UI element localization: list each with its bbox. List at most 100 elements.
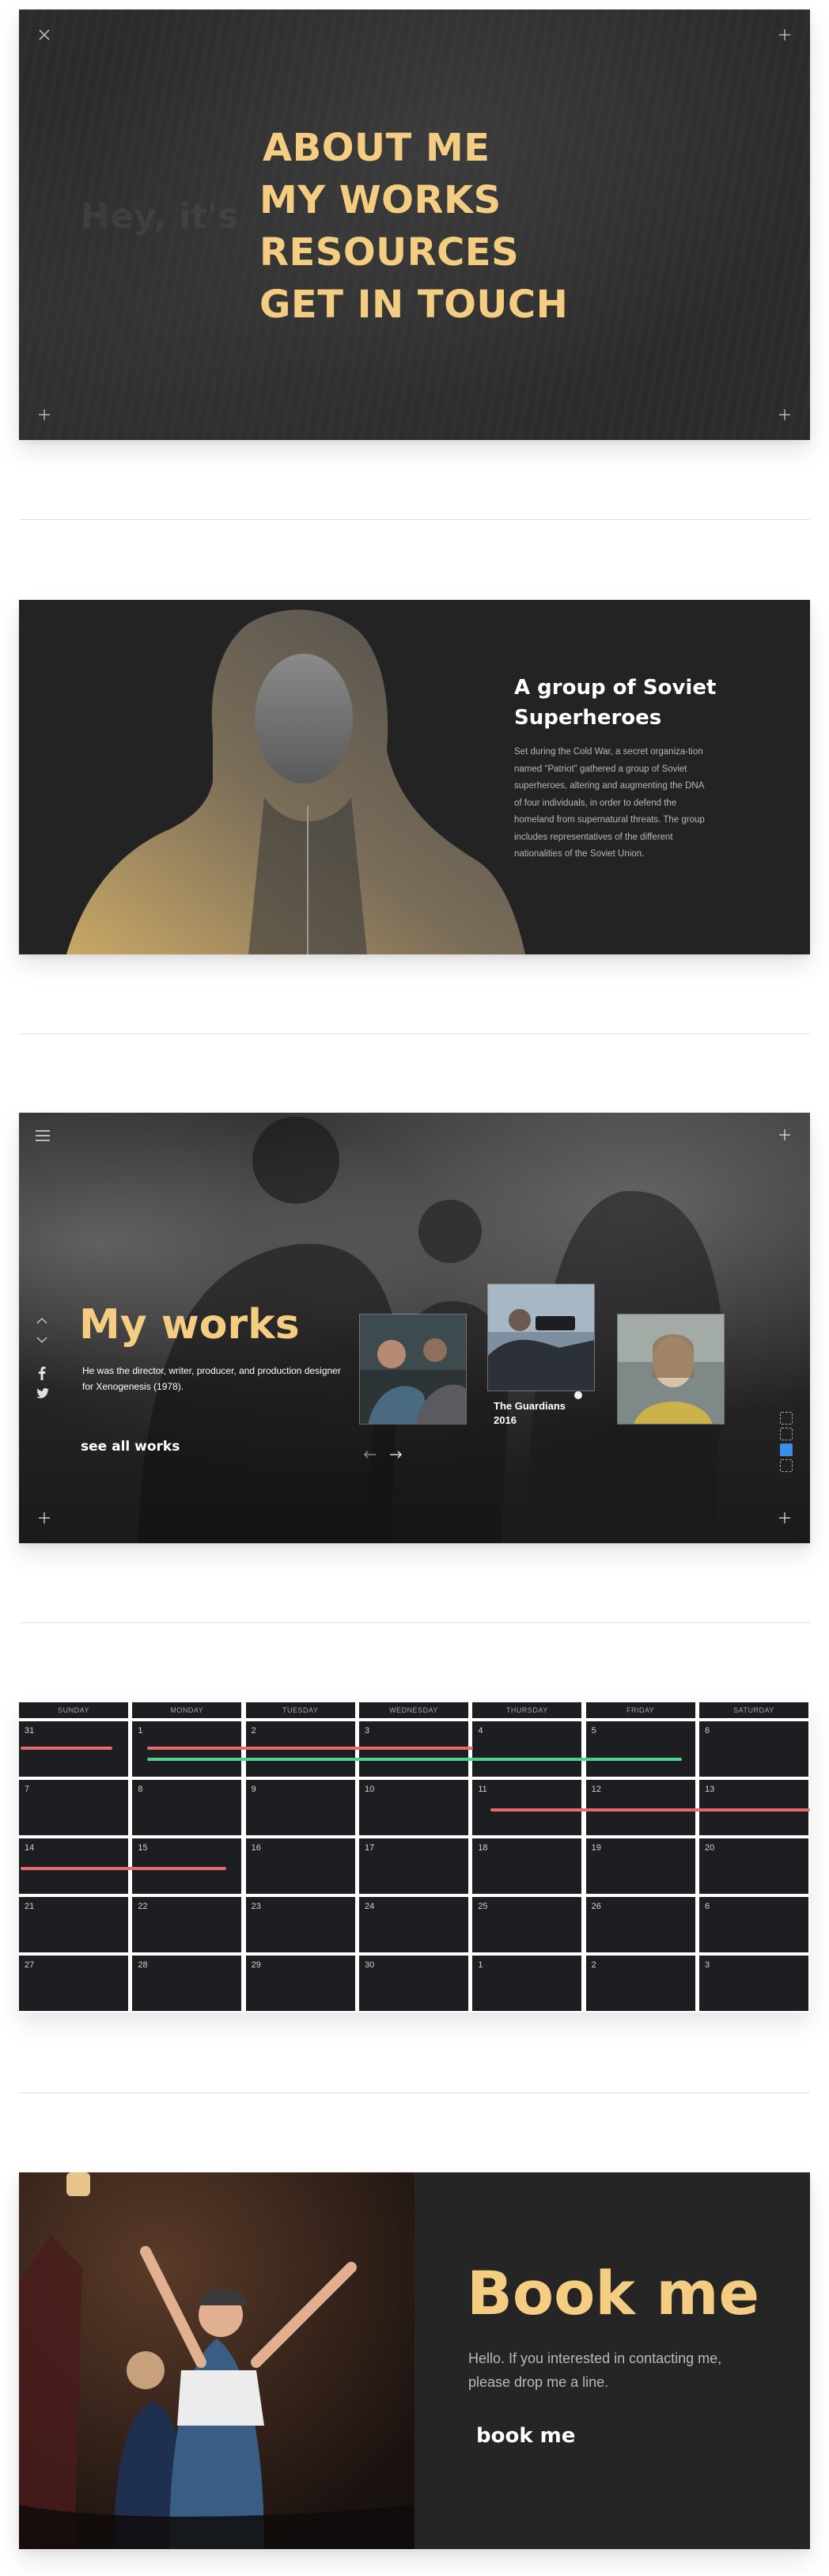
calendar-day-cell[interactable]: 5 <box>585 1721 695 1777</box>
calendar-day-cell[interactable]: 22 <box>132 1897 242 1952</box>
calendar-day-cell[interactable]: 17 <box>358 1838 468 1894</box>
calendar-day-number: 11 <box>478 1785 487 1794</box>
hero-panel: A group of Soviet Superheroes Set during… <box>19 600 810 954</box>
calendar-day-header: TUESDAY <box>245 1702 355 1718</box>
calendar-day-cell[interactable]: 12 <box>585 1780 695 1835</box>
work-thumbnail[interactable] <box>617 1314 725 1425</box>
calendar-day-number: 5 <box>591 1726 596 1736</box>
calendar-day-header: WEDNESDAY <box>358 1702 468 1718</box>
work-thumbnail-featured[interactable] <box>487 1284 595 1391</box>
calendar-day-number: 15 <box>138 1843 148 1853</box>
book-panel: Book me Hello. If you interested in cont… <box>19 2172 810 2549</box>
arrow-right-icon[interactable] <box>389 1448 402 1463</box>
close-icon[interactable] <box>36 28 52 44</box>
plus-icon[interactable] <box>777 1512 793 1527</box>
plus-icon[interactable] <box>777 1129 793 1144</box>
calendar-day-cell[interactable]: 29 <box>245 1956 355 2011</box>
chevron-up-icon[interactable] <box>36 1314 47 1328</box>
menu-panel: Hey, it's ABOUT ME MY WORKS RESOURCES GE… <box>19 9 810 440</box>
plus-icon[interactable] <box>777 28 793 44</box>
calendar-day-cell[interactable]: 4 <box>472 1721 582 1777</box>
calendar-day-cell[interactable]: 13 <box>698 1780 808 1835</box>
calendar-day-number: 23 <box>251 1902 261 1911</box>
calendar-day-header: THURSDAY <box>472 1702 582 1718</box>
calendar-day-cell[interactable]: 3 <box>698 1956 808 2011</box>
section-divider <box>19 1622 810 1623</box>
calendar-day-number: 24 <box>364 1902 375 1911</box>
plus-icon[interactable] <box>36 408 52 424</box>
menu-item-about-me[interactable]: ABOUT ME <box>263 122 568 174</box>
calendar-day-cell[interactable]: 8 <box>132 1780 242 1835</box>
slide-indicator[interactable] <box>780 1459 793 1472</box>
calendar-day-number: 25 <box>478 1902 488 1911</box>
calendar-day-cell[interactable]: 23 <box>245 1897 355 1952</box>
calendar-day-cell[interactable]: 19 <box>585 1838 695 1894</box>
calendar-day-number: 2 <box>251 1726 256 1736</box>
event-bar[interactable] <box>21 1867 226 1870</box>
event-bar[interactable] <box>147 1758 682 1761</box>
calendar-day-number: 31 <box>25 1726 35 1736</box>
calendar-day-number: 2 <box>591 1960 596 1970</box>
facebook-icon[interactable] <box>38 1366 46 1384</box>
arrow-left-icon[interactable] <box>364 1448 377 1463</box>
calendar-day-cell[interactable]: 28 <box>132 1956 242 2011</box>
calendar-day-cell[interactable]: 7 <box>19 1780 128 1835</box>
twitter-icon[interactable] <box>36 1388 49 1402</box>
calendar-day-cell[interactable]: 1 <box>472 1956 582 2011</box>
work-thumbnail[interactable] <box>359 1314 467 1425</box>
featured-work-year: 2016 <box>494 1414 517 1426</box>
calendar-day-cell[interactable]: 26 <box>585 1897 695 1952</box>
calendar-day-number: 10 <box>364 1785 375 1794</box>
main-menu: ABOUT ME MY WORKS RESOURCES GET IN TOUCH <box>259 122 568 331</box>
calendar-day-header: MONDAY <box>132 1702 242 1718</box>
calendar-day-cell[interactable]: 15 <box>132 1838 242 1894</box>
book-me-link[interactable]: book me <box>468 2424 577 2451</box>
calendar-day-header: SUNDAY <box>19 1702 128 1718</box>
event-bar[interactable] <box>490 1808 810 1812</box>
menu-item-resources[interactable]: RESOURCES <box>259 226 568 279</box>
menu-icon[interactable] <box>35 1129 51 1144</box>
menu-item-get-in-touch[interactable]: GET IN TOUCH <box>259 279 568 331</box>
calendar-day-number: 20 <box>704 1843 715 1853</box>
calendar-day-cell[interactable]: 24 <box>358 1897 468 1952</box>
calendar-day-cell[interactable]: 18 <box>472 1838 582 1894</box>
calendar-day-cell[interactable]: 14 <box>19 1838 128 1894</box>
calendar-day-cell[interactable]: 6 <box>698 1897 808 1952</box>
see-all-works-link[interactable]: see all works <box>78 1439 185 1457</box>
slide-indicator[interactable] <box>780 1412 793 1425</box>
calendar-day-cell[interactable]: 6 <box>698 1721 808 1777</box>
slide-indicator[interactable] <box>780 1428 793 1440</box>
calendar-day-cell[interactable]: 30 <box>358 1956 468 2011</box>
calendar-day-cell[interactable]: 10 <box>358 1780 468 1835</box>
cursor-pointer <box>574 1391 582 1399</box>
calendar-day-cell[interactable]: 20 <box>698 1838 808 1894</box>
calendar-day-cell[interactable]: 2 <box>585 1956 695 2011</box>
works-description: He was the director, writer, producer, a… <box>82 1365 341 1392</box>
menu-item-my-works[interactable]: MY WORKS <box>259 174 568 226</box>
calendar-day-cell[interactable]: 11 <box>472 1780 582 1835</box>
section-divider <box>19 2092 810 2093</box>
calendar-day-number: 8 <box>138 1785 143 1794</box>
calendar-day-number: 7 <box>25 1785 30 1794</box>
portrait-image <box>66 609 525 954</box>
calendar-day-number: 9 <box>251 1785 256 1794</box>
calendar-day-cell[interactable]: 16 <box>245 1838 355 1894</box>
plus-icon[interactable] <box>777 408 793 424</box>
event-bar[interactable] <box>147 1747 473 1750</box>
section-divider <box>19 519 810 520</box>
calendar-day-cell[interactable]: 9 <box>245 1780 355 1835</box>
calendar-day-number: 28 <box>138 1960 148 1970</box>
works-title: My works <box>79 1301 300 1349</box>
slide-indicator-active[interactable] <box>780 1444 793 1456</box>
chevron-down-icon[interactable] <box>36 1333 47 1347</box>
featured-work-title: The Guardians <box>494 1400 566 1412</box>
event-bar[interactable] <box>21 1747 112 1750</box>
calendar-panel: SUNDAY MONDAY TUESDAY WEDNESDAY THURSDAY FRID… <box>19 1702 810 2013</box>
plus-icon[interactable] <box>36 1512 52 1527</box>
calendar-day-number: 26 <box>591 1902 601 1911</box>
calendar-day-cell[interactable]: 27 <box>19 1956 128 2011</box>
book-me-title: Book me <box>467 2258 760 2328</box>
calendar-day-number: 14 <box>25 1843 35 1853</box>
calendar-day-cell[interactable]: 21 <box>19 1897 128 1952</box>
calendar-day-cell[interactable]: 25 <box>472 1897 582 1952</box>
